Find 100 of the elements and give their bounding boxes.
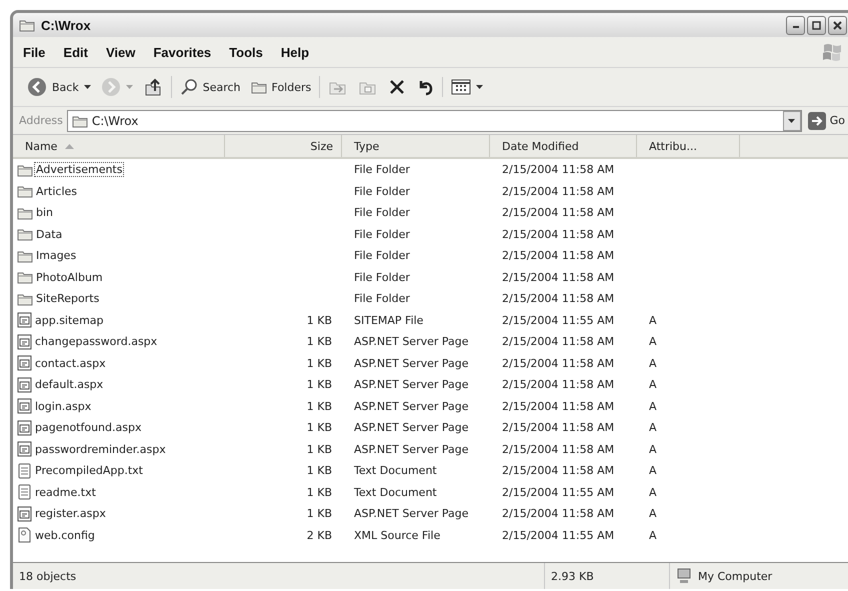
file-name[interactable]: login.aspx: [34, 400, 92, 413]
menu-item[interactable]: Edit: [63, 44, 88, 60]
file-type: File Folder: [354, 228, 410, 241]
file-type: XML Source File: [354, 528, 440, 542]
file-attributes: A: [649, 486, 657, 499]
date-modified: 2/15/2004 11:58 AM: [502, 163, 614, 176]
file-type: File Folder: [354, 292, 410, 306]
file-attributes: A: [649, 356, 657, 370]
file-name[interactable]: changepassword.aspx: [34, 335, 158, 348]
date-modified: 2/15/2004 11:55 AM: [502, 486, 614, 499]
file-attributes: A: [649, 507, 657, 520]
views-grid-icon: [451, 79, 472, 95]
file-type: ASP.NET Server Page: [354, 421, 469, 434]
file-name[interactable]: passwordreminder.aspx: [34, 442, 167, 456]
file-attributes: A: [649, 400, 657, 413]
menu-item[interactable]: Help: [280, 44, 310, 60]
file-name[interactable]: bin: [35, 206, 54, 220]
web-page-icon: [17, 506, 32, 522]
file-name[interactable]: default.aspx: [34, 378, 104, 392]
file-type: File Folder: [354, 206, 410, 220]
column-header[interactable]: Date Modified: [490, 135, 637, 157]
file-name[interactable]: Articles: [35, 184, 78, 198]
file-name[interactable]: web.config: [34, 528, 96, 542]
web-page-icon: [17, 334, 32, 350]
zone-label: My Computer: [698, 570, 772, 582]
file-attributes: A: [649, 464, 657, 478]
file-name[interactable]: readme.txt: [34, 486, 97, 499]
file-size: 1 KB: [306, 378, 332, 392]
menu-item[interactable]: Favorites: [153, 44, 212, 60]
file-size: 1 KB: [306, 507, 332, 520]
date-modified: 2/15/2004 11:58 AM: [502, 249, 614, 262]
file-name[interactable]: PhotoAlbum: [35, 270, 104, 284]
file-name[interactable]: PrecompiledApp.txt: [34, 464, 144, 478]
file-name[interactable]: Images: [35, 249, 78, 262]
folder-icon: [17, 248, 33, 263]
date-modified: 2/15/2004 11:58 AM: [502, 442, 614, 456]
date-modified: 2/15/2004 11:58 AM: [502, 378, 614, 392]
file-type: File Folder: [354, 184, 410, 198]
file-type: ASP.NET Server Page: [354, 507, 469, 520]
file-attributes: A: [649, 421, 657, 434]
arrow-right-icon: [808, 112, 826, 130]
file-name[interactable]: app.sitemap: [34, 314, 105, 327]
file-attributes: A: [649, 335, 657, 348]
date-modified: 2/15/2004 11:58 AM: [502, 184, 614, 198]
file-size: 1 KB: [306, 442, 332, 456]
date-modified: 2/15/2004 11:58 AM: [502, 228, 614, 241]
date-modified: 2/15/2004 11:58 AM: [502, 507, 614, 520]
file-name[interactable]: contact.aspx: [34, 356, 107, 370]
file-size: 1 KB: [306, 314, 332, 327]
column-header[interactable]: Type: [342, 135, 490, 157]
maximize-button[interactable]: [807, 16, 826, 34]
file-name[interactable]: Advertisements: [35, 163, 124, 176]
folder-icon: [17, 292, 33, 306]
delete-icon: [388, 78, 406, 96]
total-size: 2.93 KB: [551, 570, 594, 582]
date-modified: 2/15/2004 11:58 AM: [502, 270, 614, 284]
menu-item[interactable]: Tools: [229, 44, 263, 60]
file-type: ASP.NET Server Page: [354, 356, 469, 370]
column-header[interactable]: Attribu...: [637, 135, 740, 157]
folder-icon: [17, 270, 33, 284]
column-header[interactable]: Name: [13, 135, 225, 157]
file-attributes: A: [649, 528, 657, 542]
back-button[interactable]: Back: [24, 75, 94, 99]
text-file-icon: [17, 484, 32, 500]
folders-button[interactable]: Folders: [248, 78, 314, 96]
menu-item[interactable]: File: [23, 44, 46, 60]
date-modified: 2/15/2004 11:55 AM: [502, 528, 614, 542]
menu-item[interactable]: View: [106, 44, 136, 60]
minimize-button[interactable]: [786, 16, 805, 34]
web-page-icon: [17, 420, 32, 436]
close-icon: [833, 20, 842, 30]
file-type: Text Document: [354, 486, 437, 499]
close-button[interactable]: [828, 16, 847, 34]
file-size: 2 KB: [306, 528, 332, 542]
date-modified: 2/15/2004 11:58 AM: [502, 206, 614, 220]
folder-icon: [250, 80, 267, 94]
address-field[interactable]: C:\Wrox: [66, 110, 802, 132]
date-modified: 2/15/2004 11:58 AM: [502, 292, 614, 306]
file-size: 1 KB: [306, 464, 332, 478]
go-button[interactable]: Go: [806, 112, 847, 130]
file-attributes: A: [649, 442, 657, 456]
file-type: ASP.NET Server Page: [354, 335, 469, 348]
column-header[interactable]: Size: [225, 135, 342, 157]
date-modified: 2/15/2004 11:58 AM: [502, 335, 614, 348]
folder-icon: [17, 206, 33, 220]
file-name[interactable]: Data: [35, 228, 64, 241]
folder-icon: [17, 184, 33, 198]
search-button[interactable]: Search: [176, 76, 244, 98]
file-type: File Folder: [354, 249, 410, 262]
config-file-icon: [17, 527, 32, 544]
file-attributes: A: [649, 378, 657, 392]
dropdown-button[interactable]: [782, 110, 801, 130]
date-modified: 2/15/2004 11:58 AM: [502, 464, 614, 478]
date-modified: 2/15/2004 11:58 AM: [502, 356, 614, 370]
file-name[interactable]: SiteReports: [35, 292, 100, 306]
file-name[interactable]: register.aspx: [34, 507, 107, 520]
file-type: ASP.NET Server Page: [354, 442, 469, 456]
file-name[interactable]: pagenotfound.aspx: [34, 421, 142, 434]
file-size: 1 KB: [306, 356, 332, 370]
web-page-icon: [17, 441, 32, 458]
